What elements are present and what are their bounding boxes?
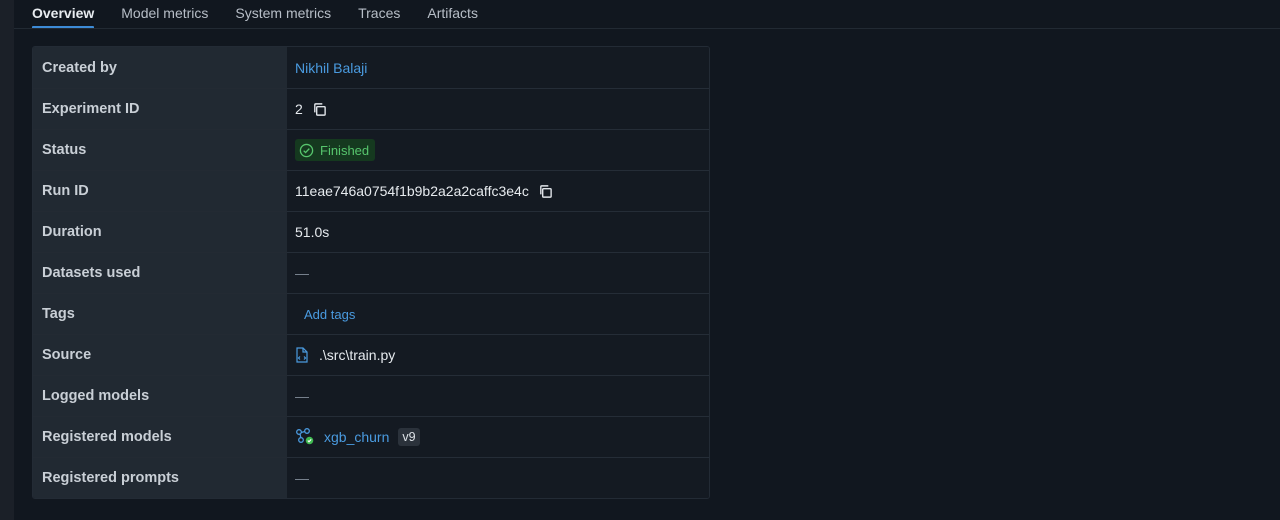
registered-models-label: Registered models — [33, 416, 287, 457]
model-icon — [295, 428, 315, 446]
run-id-label: Run ID — [33, 170, 287, 211]
row-datasets-used: Datasets used — — [33, 252, 709, 293]
experiment-id-label: Experiment ID — [33, 88, 287, 129]
row-status: Status Finished — [33, 129, 709, 170]
created-by-link[interactable]: Nikhil Balaji — [295, 60, 367, 76]
run-details-table: Created by Nikhil Balaji Experiment ID 2… — [32, 46, 710, 499]
registered-prompts-value: — — [295, 470, 309, 486]
row-run-id: Run ID 11eae746a0754f1b9b2a2a2caffc3e4c — [33, 170, 709, 211]
row-tags: Tags Add tags — [33, 293, 709, 334]
model-version-badge[interactable]: v9 — [398, 428, 420, 446]
copy-icon[interactable] — [312, 102, 327, 117]
tabs-divider — [14, 28, 1280, 29]
tab-overview[interactable]: Overview — [32, 0, 95, 29]
logged-models-label: Logged models — [33, 375, 287, 416]
row-experiment-id: Experiment ID 2 — [33, 88, 709, 129]
duration-value: 51.0s — [295, 224, 330, 240]
registered-model-link[interactable]: xgb_churn — [324, 429, 389, 445]
row-registered-prompts: Registered prompts — — [33, 457, 709, 498]
add-tags-button[interactable]: Add tags — [304, 307, 355, 322]
run-id-value: 11eae746a0754f1b9b2a2a2caffc3e4c — [295, 183, 529, 199]
source-value[interactable]: .\src\train.py — [319, 347, 395, 363]
check-circle-icon — [299, 143, 314, 158]
experiment-id-value: 2 — [295, 101, 303, 117]
tab-artifacts[interactable]: Artifacts — [427, 0, 478, 28]
row-source: Source .\src\train.py — [33, 334, 709, 375]
tags-label: Tags — [33, 293, 287, 334]
source-label: Source — [33, 334, 287, 375]
copy-icon[interactable] — [538, 184, 553, 199]
row-registered-models: Registered models xgb_churn v9 — [33, 416, 709, 457]
tab-traces[interactable]: Traces — [358, 0, 400, 28]
datasets-used-label: Datasets used — [33, 252, 287, 293]
row-logged-models: Logged models — — [33, 375, 709, 416]
left-rail — [0, 0, 14, 520]
row-created-by: Created by Nikhil Balaji — [33, 47, 709, 88]
datasets-used-value: — — [295, 265, 309, 281]
row-duration: Duration 51.0s — [33, 211, 709, 252]
duration-label: Duration — [33, 211, 287, 252]
tab-system-metrics[interactable]: System metrics — [235, 0, 331, 28]
tab-model-metrics[interactable]: Model metrics — [121, 0, 208, 28]
status-label: Status — [33, 129, 287, 170]
created-by-label: Created by — [33, 47, 287, 88]
logged-models-value: — — [295, 388, 309, 404]
status-badge: Finished — [295, 139, 376, 161]
tab-bar: Overview Model metrics System metrics Tr… — [32, 0, 478, 29]
status-text: Finished — [320, 142, 370, 158]
registered-prompts-label: Registered prompts — [33, 457, 287, 498]
python-file-icon — [295, 347, 309, 363]
